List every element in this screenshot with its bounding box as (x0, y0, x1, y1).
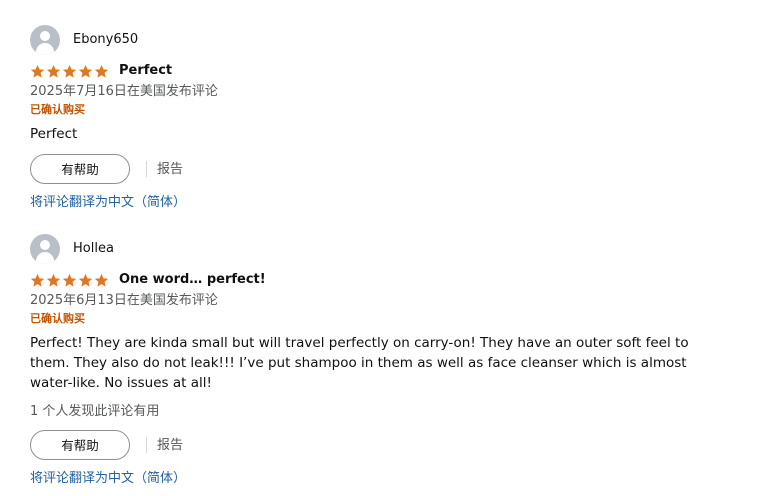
star-icon (46, 273, 61, 288)
star-icon (62, 273, 77, 288)
star-rating[interactable] (30, 64, 110, 79)
review-actions: 有帮助 报告 (30, 430, 730, 460)
report-link[interactable]: 报告 (157, 437, 183, 454)
reviewer-name: Ebony650 (73, 32, 139, 47)
review-actions: 有帮助 报告 (30, 154, 730, 184)
review-date: 2025年6月13日在美国发布评论 (30, 293, 218, 308)
helpful-button[interactable]: 有帮助 (30, 430, 130, 460)
avatar-icon (30, 234, 60, 264)
review-item: Ebony650 Perfect 2025年7月16日在美国发布评论 已确认购买… (30, 25, 730, 211)
star-rating[interactable] (30, 273, 110, 288)
translate-review-link[interactable]: 将评论翻译为中文（简体） (30, 194, 730, 211)
reviewer-profile[interactable]: Hollea (30, 234, 730, 264)
helpful-button[interactable]: 有帮助 (30, 154, 130, 184)
avatar-icon (30, 25, 60, 55)
action-divider (146, 161, 147, 177)
action-divider (146, 437, 147, 453)
reviewer-profile[interactable]: Ebony650 (30, 25, 730, 55)
report-link[interactable]: 报告 (157, 161, 183, 178)
helpful-count: 1 个人发现此评论有用 (30, 404, 160, 419)
star-icon (30, 64, 45, 79)
rating-row: One word… perfect! (30, 271, 730, 289)
review-title[interactable]: One word… perfect! (119, 272, 266, 288)
review-body: Perfect (30, 126, 78, 142)
star-icon (94, 64, 109, 79)
star-icon (62, 64, 77, 79)
star-icon (30, 273, 45, 288)
verified-purchase-badge: 已确认购买 (30, 312, 85, 325)
review-date: 2025年7月16日在美国发布评论 (30, 84, 218, 99)
star-icon (94, 273, 109, 288)
review-body: Perfect! They are kinda small but will t… (30, 335, 689, 391)
star-icon (78, 64, 93, 79)
star-icon (78, 273, 93, 288)
star-icon (46, 64, 61, 79)
rating-row: Perfect (30, 62, 730, 80)
review-title[interactable]: Perfect (119, 63, 172, 79)
reviewer-name: Hollea (73, 241, 114, 256)
verified-purchase-badge: 已确认购买 (30, 103, 85, 116)
review-item: Hollea One word… perfect! 2025年6月13日在美国发… (30, 234, 730, 487)
translate-review-link[interactable]: 将评论翻译为中文（简体） (30, 470, 730, 487)
